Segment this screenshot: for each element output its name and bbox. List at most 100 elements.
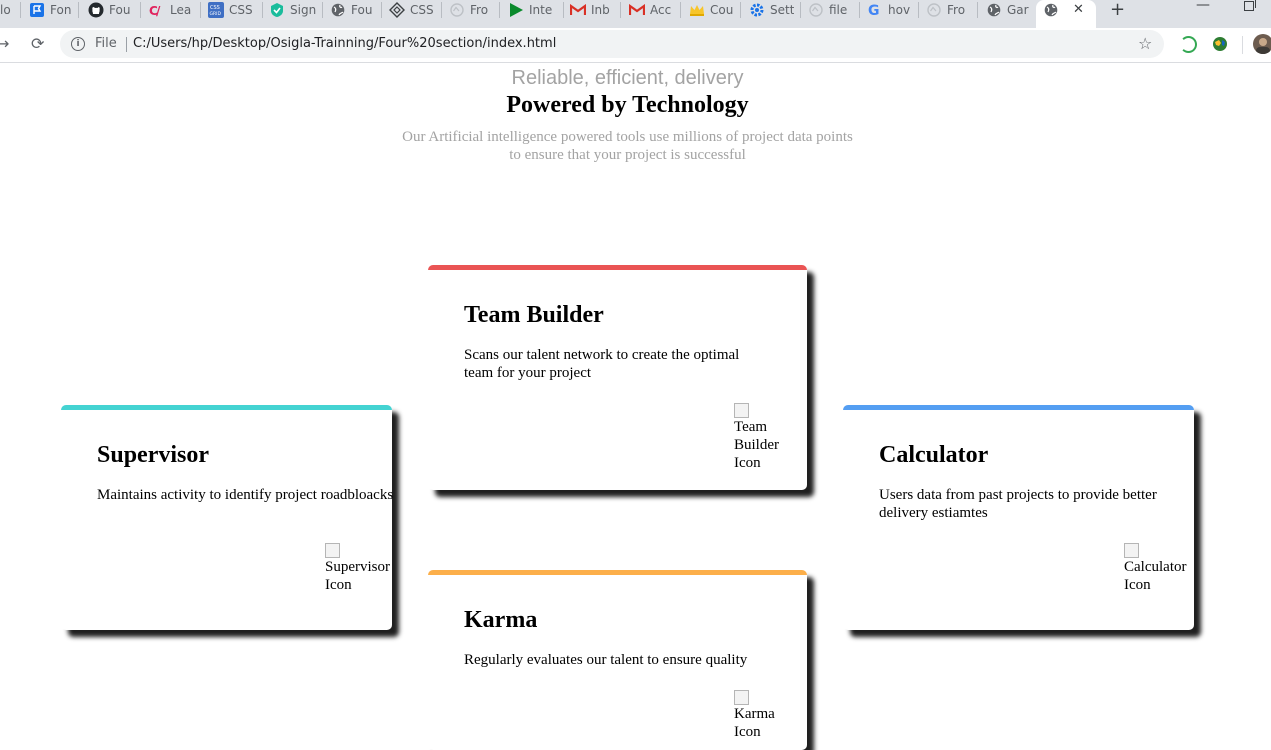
tab-separator bbox=[620, 2, 621, 18]
card-title: Team Builder bbox=[464, 302, 604, 328]
tab-16[interactable]: Fro bbox=[926, 0, 972, 20]
icon-alt-text: Supervisor Icon bbox=[325, 559, 390, 593]
card-description: Scans our talent network to create the o… bbox=[464, 347, 740, 381]
page-title: Powered by Technology bbox=[506, 92, 749, 118]
tab-label: Fon bbox=[50, 3, 72, 17]
svg-text:/: / bbox=[156, 4, 161, 17]
icon-alt-text: Karma Icon bbox=[734, 706, 775, 740]
tab-separator bbox=[262, 2, 263, 18]
toolbar-divider bbox=[1242, 36, 1243, 54]
extension-loading-icon[interactable] bbox=[1180, 36, 1197, 53]
card-calculator: Calculator Users data from past projects… bbox=[843, 405, 1194, 630]
tab-label: CSS bbox=[410, 3, 434, 17]
tab-8[interactable]: Fro bbox=[449, 0, 495, 20]
tab-2[interactable]: Fou bbox=[88, 0, 134, 20]
css-grid-icon: CSS GRID bbox=[208, 2, 224, 18]
tab-separator bbox=[20, 2, 21, 18]
tab-label: Sett bbox=[770, 3, 795, 17]
tab-label: Lea bbox=[170, 3, 192, 17]
tab-label: Sign bbox=[290, 3, 317, 17]
play-icon bbox=[508, 2, 524, 18]
card-title: Calculator bbox=[879, 442, 989, 468]
icon-alt-text: Calculator Icon bbox=[1124, 559, 1187, 593]
tab-5[interactable]: Sign bbox=[269, 0, 317, 20]
tab-14[interactable]: file bbox=[808, 0, 854, 20]
card-supervisor: Supervisor Maintains activity to identif… bbox=[61, 405, 393, 630]
extension-globe-icon[interactable] bbox=[1212, 36, 1228, 52]
tab-9[interactable]: Inte bbox=[508, 0, 556, 20]
tab-separator bbox=[499, 2, 500, 18]
globe-icon bbox=[330, 2, 346, 18]
tab-1[interactable]: Fon bbox=[29, 0, 73, 20]
browser-toolbar: → ⟳ i File C:/Users/hp/Desktop/Osigla-Tr… bbox=[0, 28, 1271, 63]
tab-label: file bbox=[829, 3, 848, 17]
blank-icon bbox=[449, 2, 465, 18]
card-team-builder: Team Builder Scans our talent network to… bbox=[428, 265, 807, 490]
profile-avatar[interactable] bbox=[1253, 34, 1271, 54]
bookmark-star-icon[interactable]: ☆ bbox=[1138, 34, 1152, 53]
tab-12[interactable]: Cou bbox=[689, 0, 735, 20]
gmail-icon bbox=[629, 2, 645, 18]
tab-6[interactable]: Fou bbox=[330, 0, 376, 20]
karma-icon: Karma Icon bbox=[734, 690, 804, 741]
tab-10[interactable]: Inb bbox=[570, 0, 616, 20]
card-title: Karma bbox=[464, 607, 538, 633]
tab-17[interactable]: Gar bbox=[986, 0, 1030, 20]
tab-separator bbox=[441, 2, 442, 18]
tab-label: Acc bbox=[650, 3, 672, 17]
svg-text:GRID: GRID bbox=[210, 11, 222, 17]
broken-image-icon bbox=[734, 403, 749, 418]
tab-separator bbox=[322, 2, 323, 18]
info-icon[interactable]: i bbox=[71, 37, 85, 51]
tab-separator bbox=[859, 2, 860, 18]
scheme-label: File bbox=[95, 36, 117, 51]
tab-label: Cou bbox=[710, 3, 734, 17]
hero-description: Our Artificial intelligence powered tool… bbox=[402, 129, 853, 163]
tab-separator bbox=[563, 2, 564, 18]
crown-icon bbox=[689, 2, 705, 18]
svg-text:G: G bbox=[868, 3, 880, 18]
url-text[interactable]: C:/Users/hp/Desktop/Osigla-Trainning/Fou… bbox=[133, 36, 556, 51]
new-tab-button[interactable]: + bbox=[1110, 0, 1125, 20]
tab-7[interactable]: CSS bbox=[389, 0, 435, 20]
github-icon bbox=[88, 2, 104, 18]
tab-separator bbox=[78, 2, 79, 18]
omnibox-divider bbox=[126, 37, 127, 52]
tab-active[interactable] bbox=[1036, 0, 1096, 28]
minimize-window-button[interactable]: — bbox=[1196, 0, 1210, 13]
tab-separator bbox=[140, 2, 141, 18]
tab-separator bbox=[381, 2, 382, 18]
blank-icon bbox=[808, 2, 824, 18]
broken-image-icon bbox=[325, 543, 340, 558]
tab-0[interactable]: lo bbox=[0, 0, 20, 20]
tab-separator bbox=[200, 2, 201, 18]
hero-subtitle: Reliable, efficient, delivery bbox=[511, 67, 744, 89]
tab-separator bbox=[800, 2, 801, 18]
tab-label: CSS bbox=[229, 3, 253, 17]
forward-arrow-icon[interactable]: → bbox=[0, 34, 9, 53]
reload-icon[interactable]: ⟳ bbox=[31, 34, 44, 53]
card-title: Supervisor bbox=[97, 442, 210, 468]
tab-15[interactable]: G hov bbox=[867, 0, 913, 20]
tab-strip: lo Fon Fou C / Lea CSS GRID CSS Sign Fou C… bbox=[0, 0, 1271, 28]
codeacademy-icon: C / bbox=[149, 2, 165, 18]
address-bar[interactable]: i File C:/Users/hp/Desktop/Osigla-Trainn… bbox=[60, 30, 1164, 58]
tab-3[interactable]: C / Lea bbox=[149, 0, 195, 20]
restore-window-button[interactable] bbox=[1244, 0, 1256, 11]
tab-separator bbox=[977, 2, 978, 18]
tab-separator bbox=[740, 2, 741, 18]
tab-label: Fro bbox=[470, 3, 489, 17]
team-builder-icon: Team Builder Icon bbox=[734, 403, 794, 472]
tab-label: lo bbox=[0, 3, 11, 17]
tab-separator bbox=[680, 2, 681, 18]
broken-image-icon bbox=[734, 690, 749, 705]
tab-11[interactable]: Acc bbox=[629, 0, 675, 20]
calculator-icon: Calculator Icon bbox=[1124, 543, 1194, 594]
close-tab-button[interactable]: ✕ bbox=[1073, 2, 1084, 17]
google-icon: G bbox=[867, 2, 883, 18]
icon-alt-text: Team Builder Icon bbox=[734, 419, 779, 471]
tab-13[interactable]: Sett bbox=[749, 0, 795, 20]
blank-icon bbox=[926, 2, 942, 18]
tab-label: Fou bbox=[351, 3, 373, 17]
tab-4[interactable]: CSS GRID CSS bbox=[208, 0, 256, 20]
